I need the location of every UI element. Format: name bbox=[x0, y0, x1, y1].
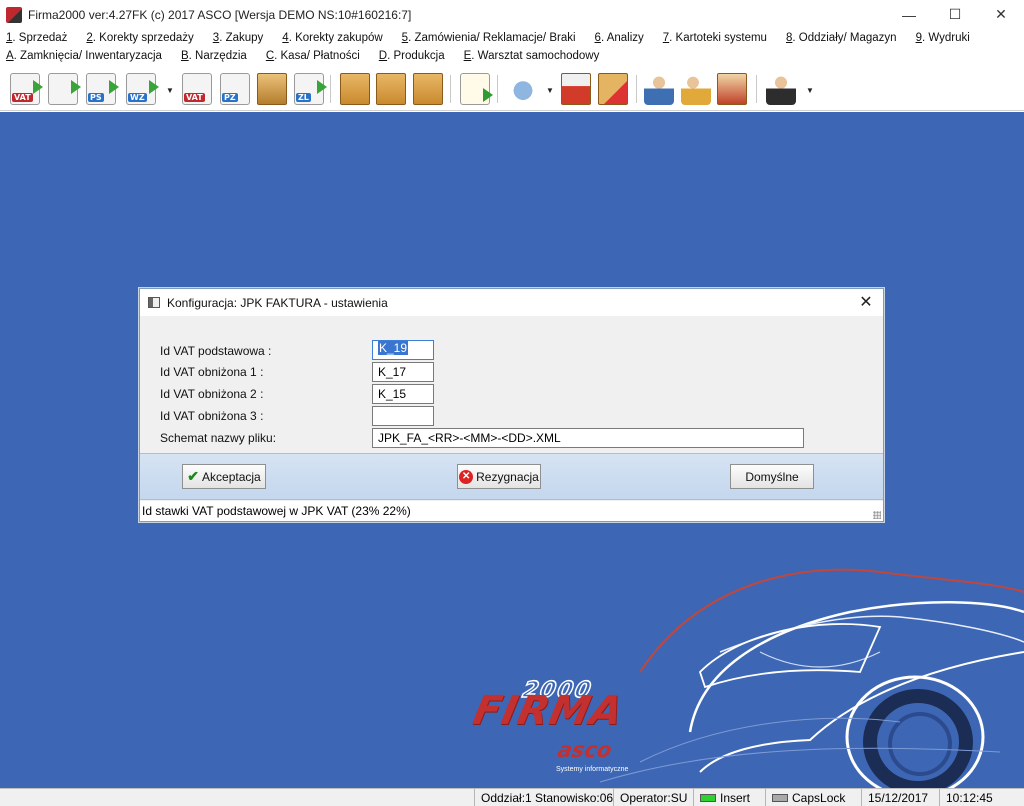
vat-reduced3-label: Id VAT obniżona 3 : bbox=[160, 409, 264, 423]
logo-tagline: Systemy informatyczne bbox=[556, 766, 629, 773]
insert-label: Insert bbox=[720, 791, 751, 805]
vat-basic-field[interactable]: K_19 bbox=[372, 340, 434, 360]
chevron-down-icon[interactable]: ▼ bbox=[166, 86, 174, 95]
toolbar-separator bbox=[330, 75, 331, 103]
user-key-icon[interactable] bbox=[681, 73, 711, 105]
close-icon[interactable]: ✕ bbox=[855, 292, 877, 312]
dialog-title-bar: Konfiguracja: JPK FAKTURA - ustawienia ✕ bbox=[140, 289, 883, 316]
dialog-title: Konfiguracja: JPK FAKTURA - ustawienia bbox=[167, 295, 388, 310]
time-status: 10:12:45 bbox=[939, 789, 999, 806]
menu-narzedzia[interactable]: B. Narzędzia bbox=[181, 50, 247, 62]
checklist-icon[interactable] bbox=[460, 73, 493, 105]
window-controls: — ☐ ✕ bbox=[886, 0, 1024, 29]
invoice-vat-icon[interactable]: VAT bbox=[10, 73, 43, 105]
checkmark-icon: ✔ bbox=[187, 468, 200, 484]
window-title: Firma2000 ver:4.27FK (c) 2017 ASCO [Wers… bbox=[28, 7, 412, 22]
resize-grip-icon[interactable] bbox=[873, 511, 881, 519]
jpk-config-dialog: Konfiguracja: JPK FAKTURA - ustawienia ✕… bbox=[139, 288, 884, 522]
accept-label: Akceptacja bbox=[202, 469, 261, 484]
menu-wydruki[interactable]: 9. Wydruki bbox=[916, 32, 970, 44]
minimize-button[interactable]: — bbox=[886, 0, 932, 29]
menu-warsztat[interactable]: E. Warsztat samochodowy bbox=[464, 50, 600, 62]
dialog-button-bar: ✔ Akceptacja ✕ Rezygnacja Domyślne bbox=[140, 453, 883, 500]
close-window-button[interactable]: ✕ bbox=[978, 0, 1024, 29]
menu-produkcja[interactable]: D. Produkcja bbox=[379, 50, 445, 62]
menu-korekty-sprzedazy[interactable]: 2. Korekty sprzedaży bbox=[86, 32, 193, 44]
toolbar-separator bbox=[450, 75, 451, 103]
menu-oddzialy[interactable]: 8. Oddziały/ Magazyn bbox=[786, 32, 897, 44]
document-ps-icon[interactable]: PS bbox=[86, 73, 119, 105]
chevron-down-icon[interactable]: ▼ bbox=[546, 86, 554, 95]
toolbar-separator bbox=[636, 75, 637, 103]
delivery-truck-icon[interactable] bbox=[717, 73, 747, 105]
app-icon bbox=[6, 6, 22, 23]
vat-basic-value: K_19 bbox=[378, 341, 409, 355]
document-zl-icon[interactable]: ZL bbox=[294, 73, 327, 105]
menu-kasa[interactable]: C. Kasa/ Płatności bbox=[266, 50, 360, 62]
logo-brand: FIRMA bbox=[469, 688, 628, 734]
cancel-icon: ✕ bbox=[459, 469, 474, 484]
menu-sprzedaz[interactable]: 1. Sprzedaż bbox=[6, 32, 67, 44]
vat-reduced1-field[interactable]: K_17 bbox=[372, 362, 434, 382]
toolbar: VAT PS WZ ▼ VAT PZ ZL ▼ ▼ bbox=[0, 67, 1024, 111]
customers-icon[interactable] bbox=[644, 73, 674, 105]
station-status: Oddział:1 Stanowisko:06 bbox=[474, 789, 619, 806]
cancel-button[interactable]: ✕ Rezygnacja bbox=[457, 464, 541, 489]
filename-label: Schemat nazwy pliku: bbox=[160, 431, 277, 445]
vat-reduced1-label: Id VAT obniżona 1 : bbox=[160, 365, 264, 379]
pallet-warning-icon[interactable] bbox=[598, 73, 628, 105]
filename-field[interactable]: JPK_FA_<RR>-<MM>-<DD>.XML bbox=[372, 428, 804, 448]
dialog-status-bar: Id stawki VAT podstawowej w JPK VAT (23%… bbox=[140, 501, 883, 521]
dialog-status-text: Id stawki VAT podstawowej w JPK VAT (23%… bbox=[142, 504, 411, 518]
menu-row-1: 1. Sprzedaż 2. Korekty sprzedaży 3. Zaku… bbox=[6, 29, 989, 47]
insert-led-icon bbox=[700, 794, 716, 802]
toolbar-separator bbox=[756, 75, 757, 103]
vat-basic-label: Id VAT podstawowa : bbox=[160, 344, 272, 358]
boxes-stack-icon[interactable] bbox=[376, 73, 406, 105]
menu-kartoteki[interactable]: 7. Kartoteki systemu bbox=[663, 32, 767, 44]
maximize-button[interactable]: ☐ bbox=[932, 0, 978, 29]
date-status: 15/12/2017 bbox=[861, 789, 934, 806]
menu-zakupy[interactable]: 3. Zakupy bbox=[213, 32, 264, 44]
truck-lightning-icon[interactable] bbox=[561, 73, 591, 105]
insert-status: Insert bbox=[693, 789, 756, 806]
capslock-label: CapsLock bbox=[792, 791, 846, 805]
window-icon bbox=[148, 297, 160, 308]
vat-reduced3-field[interactable] bbox=[372, 406, 434, 426]
pallet-truck-icon[interactable] bbox=[257, 73, 287, 105]
menu-analizy[interactable]: 6. Analizy bbox=[595, 32, 644, 44]
menu-bar: 1. Sprzedaż 2. Korekty sprzedaży 3. Zaku… bbox=[0, 29, 1024, 65]
purchase-vat-icon[interactable]: VAT bbox=[182, 73, 212, 105]
defaults-label: Domyślne bbox=[745, 469, 799, 484]
vat-reduced2-field[interactable]: K_15 bbox=[372, 384, 434, 404]
menu-row-2: A. Zamknięcia/ Inwentaryzacja B. Narzędz… bbox=[6, 47, 618, 65]
menu-zamkniecia[interactable]: A. Zamknięcia/ Inwentaryzacja bbox=[6, 50, 162, 62]
document-export-icon[interactable] bbox=[48, 73, 81, 105]
window-title-bar: Firma2000 ver:4.27FK (c) 2017 ASCO [Wers… bbox=[0, 0, 1024, 29]
cancel-label: Rezygnacja bbox=[476, 469, 539, 484]
menu-korekty-zakupow[interactable]: 4. Korekty zakupów bbox=[282, 32, 382, 44]
capslock-status: CapsLock bbox=[765, 789, 851, 806]
operator-icon[interactable] bbox=[766, 73, 796, 105]
menu-zamowienia[interactable]: 5. Zamówienia/ Reklamacje/ Braki bbox=[402, 32, 576, 44]
document-pz-icon[interactable]: PZ bbox=[220, 73, 250, 105]
status-bar: Oddział:1 Stanowisko:06 Operator:SU Inse… bbox=[0, 788, 1024, 806]
defaults-button[interactable]: Domyślne bbox=[730, 464, 814, 489]
operator-status: Operator:SU bbox=[613, 789, 693, 806]
vat-reduced2-label: Id VAT obniżona 2 : bbox=[160, 387, 264, 401]
logo-company: asco bbox=[555, 738, 614, 762]
document-wz-icon[interactable]: WZ bbox=[126, 73, 159, 105]
box-icon[interactable] bbox=[340, 73, 370, 105]
chevron-down-icon[interactable]: ▼ bbox=[806, 86, 814, 95]
toolbar-separator bbox=[497, 75, 498, 103]
box-car-icon[interactable] bbox=[413, 73, 443, 105]
basket-icon[interactable] bbox=[508, 73, 538, 105]
accept-button[interactable]: ✔ Akceptacja bbox=[182, 464, 266, 489]
capslock-led-icon bbox=[772, 794, 788, 802]
